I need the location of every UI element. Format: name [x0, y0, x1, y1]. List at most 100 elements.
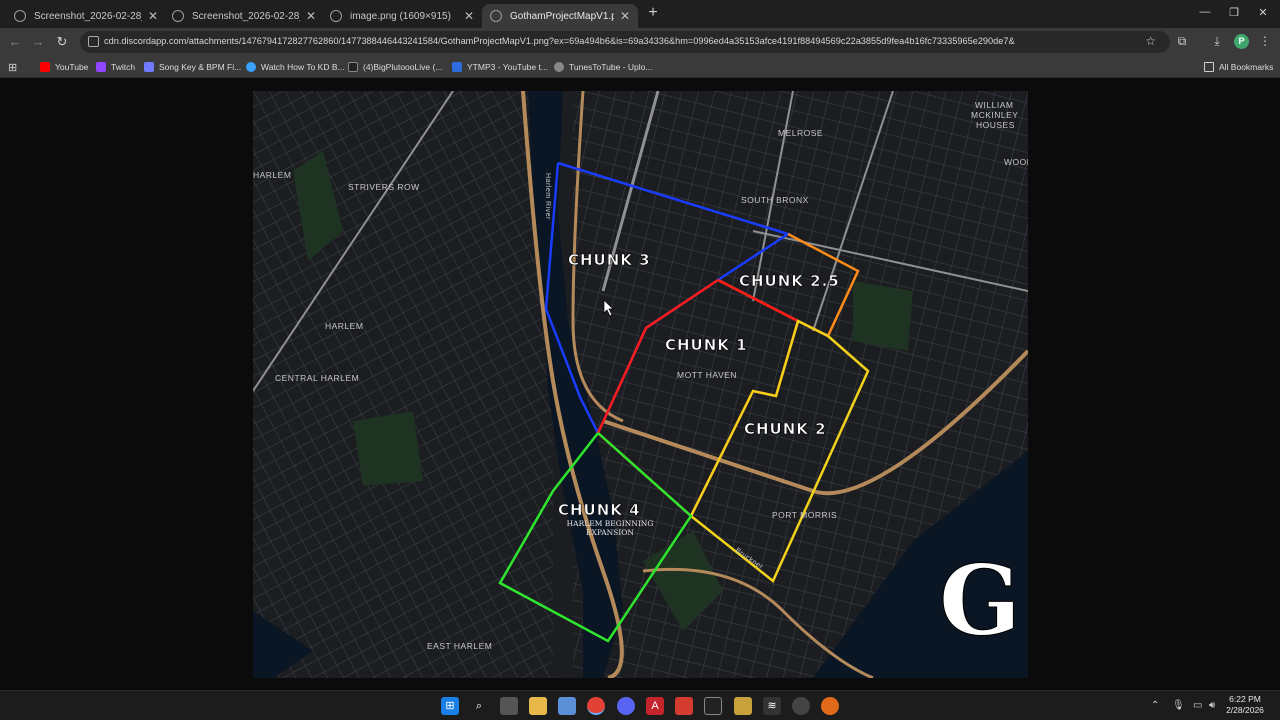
place-label: MCKINLEY [971, 110, 1018, 120]
park-area [853, 281, 913, 351]
app-icon-e[interactable]: ≋ [763, 697, 781, 715]
clock-time: 6:22 PM [1229, 694, 1261, 704]
river-label: Harlem River [544, 173, 551, 220]
bookmarks-bar: ⊞ YouTube Twitch Song Key & BPM Fi... Wa… [0, 56, 1280, 78]
gear-icon [554, 62, 564, 72]
task-view-icon[interactable] [500, 697, 518, 715]
forward-button[interactable]: → [29, 33, 47, 51]
tab-screenshot-2[interactable]: Screenshot_2026-02-28_02485 ✕ [164, 4, 324, 28]
bookmark-watch-how[interactable]: Watch How To KD B... [246, 60, 345, 74]
globe-icon [490, 10, 502, 22]
back-button[interactable]: ← [6, 33, 24, 51]
chunk4-subtitle: HARLEM BEGINNING [567, 519, 654, 528]
all-bookmarks-button[interactable]: All Bookmarks [1204, 60, 1273, 74]
system-clock[interactable]: 6:22 PM 2/28/2026 [1222, 694, 1268, 716]
bookmark-label: Twitch [111, 62, 136, 72]
bookmark-ytmp3[interactable]: YTMP3 - YouTube t... [452, 60, 548, 74]
chunk4-label: CHUNK 4 [558, 501, 641, 519]
app-icon-b[interactable] [675, 697, 693, 715]
app-icon-g[interactable] [821, 697, 839, 715]
reload-button[interactable]: ↻ [53, 33, 71, 51]
globe-icon [14, 10, 26, 22]
place-label: MOTT HAVEN [677, 370, 737, 380]
all-bookmarks-label: All Bookmarks [1219, 62, 1274, 72]
clock-date: 2/28/2026 [1226, 705, 1264, 715]
tab-image-png[interactable]: image.png (1609×915) ✕ [322, 4, 482, 28]
close-window-icon[interactable]: ✕ [1256, 6, 1270, 19]
browser-toolbar: ← → ↻ cdn.discordapp.com/attachments/147… [0, 28, 1280, 56]
bookmark-tunestotube[interactable]: TunesToTube - Uplo... [554, 60, 652, 74]
gotham-logo: G [939, 544, 1022, 658]
close-icon[interactable]: ✕ [464, 9, 474, 23]
close-icon[interactable]: ✕ [306, 9, 316, 23]
site-icon [246, 62, 256, 72]
search-icon[interactable]: ⌕ [470, 697, 488, 715]
url-text[interactable]: cdn.discordapp.com/attachments/147679417… [104, 36, 1015, 46]
place-label: HARLEM [253, 170, 291, 180]
site-info-icon[interactable] [88, 36, 99, 47]
app-icon-a[interactable]: A [646, 697, 664, 715]
close-icon[interactable]: ✕ [148, 9, 158, 23]
network-icon[interactable]: ▭ [1193, 700, 1202, 711]
app-icon-f[interactable] [792, 697, 810, 715]
extensions-icon[interactable]: ⧉ [1175, 34, 1189, 48]
start-button[interactable]: ⊞ [441, 697, 459, 715]
place-label: WOOD [1004, 157, 1028, 167]
app-icon-c[interactable] [704, 697, 722, 715]
close-icon[interactable]: ✕ [620, 9, 630, 23]
globe-icon [172, 10, 184, 22]
tab-label: Screenshot_2026-02-28_02493 [34, 10, 142, 22]
address-bar[interactable]: cdn.discordapp.com/attachments/147679417… [80, 31, 1170, 53]
place-label: EAST HARLEM [427, 641, 492, 651]
chunk2-label: CHUNK 2 [744, 420, 827, 438]
apps-icon[interactable]: ⊞ [8, 60, 17, 74]
chunk25-label: CHUNK 2.5 [739, 272, 840, 290]
profile-avatar[interactable]: P [1234, 34, 1249, 49]
place-label: WILLIAM [975, 100, 1013, 110]
discord-icon[interactable] [617, 697, 635, 715]
microphone-icon[interactable]: 🎙︎ [1172, 700, 1185, 711]
download-icon[interactable]: ⤓ [1210, 34, 1224, 48]
folder-icon [1204, 62, 1214, 72]
minimize-icon[interactable]: — [1198, 6, 1212, 18]
bookmark-label: (4)BigPlutoooLive (... [363, 62, 443, 72]
globe-icon [330, 10, 342, 22]
restore-icon[interactable]: ❐ [1227, 6, 1241, 19]
tiktok-icon [348, 62, 358, 72]
place-label: HOUSES [976, 120, 1015, 130]
bookmark-label: TunesToTube - Uplo... [569, 62, 653, 72]
bookmark-youtube[interactable]: YouTube [40, 60, 88, 74]
tab-gotham-map[interactable]: GothamProjectMapV1.png (11( ✕ [482, 4, 638, 28]
bookmark-bigplutooo[interactable]: (4)BigPlutoooLive (... [348, 60, 442, 74]
twitch-icon [96, 62, 106, 72]
logo-letter: G [939, 544, 1021, 657]
tray-overflow-icon[interactable]: ⌃ [1151, 700, 1159, 711]
place-label: SOUTH BRONX [741, 195, 809, 205]
tab-screenshot-1[interactable]: Screenshot_2026-02-28_02493 ✕ [6, 4, 166, 28]
volume-icon[interactable]: 🔊︎ [1209, 700, 1215, 711]
file-explorer-icon[interactable] [529, 697, 547, 715]
bookmark-label: Song Key & BPM Fi... [159, 62, 242, 72]
new-tab-button[interactable]: + [644, 4, 662, 22]
tab-label: Screenshot_2026-02-28_02485 [192, 10, 300, 22]
place-label: HARLEM [325, 321, 363, 331]
chrome-icon[interactable] [587, 697, 605, 715]
tab-label: GothamProjectMapV1.png (11( [510, 10, 614, 22]
chunk1-label: CHUNK 1 [665, 336, 748, 354]
tab-strip: Screenshot_2026-02-28_02493 ✕ Screenshot… [0, 0, 1280, 28]
chunk3-label: CHUNK 3 [568, 251, 651, 269]
bookmark-twitch[interactable]: Twitch [96, 60, 135, 74]
bookmark-song-key[interactable]: Song Key & BPM Fi... [144, 60, 241, 74]
bookmark-star-icon[interactable]: ☆ [1145, 34, 1156, 48]
place-label: PORT MORRIS [772, 510, 837, 520]
bookmark-label: YTMP3 - YouTube t... [467, 62, 548, 72]
app-icon-d[interactable] [734, 697, 752, 715]
gotham-map-image[interactable]: HARLEM STRIVERS ROW HARLEM CENTRAL HARLE… [253, 91, 1028, 678]
tab-label: image.png (1609×915) [350, 10, 451, 22]
windows-taskbar: ⊞ ⌕ A ≋ ⌃ 🎙︎ ▭ 🔊︎ 6:22 PM 2/28/2026 [0, 690, 1280, 720]
music-icon [144, 62, 154, 72]
ytmp3-icon [452, 62, 462, 72]
place-label: MELROSE [778, 128, 823, 138]
menu-icon[interactable]: ⋮ [1258, 34, 1272, 48]
photos-icon[interactable] [558, 697, 576, 715]
